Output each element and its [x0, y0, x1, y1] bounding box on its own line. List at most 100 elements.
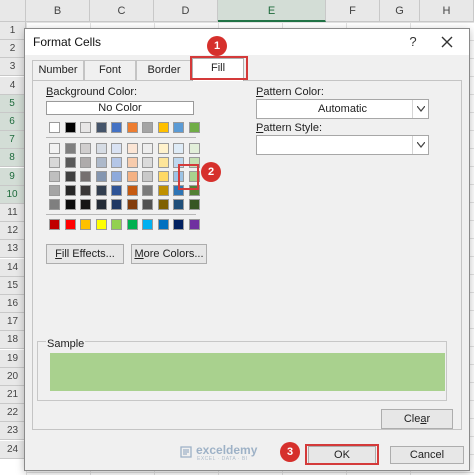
theme-shade-swatch[interactable]: [157, 143, 169, 154]
row-header-2[interactable]: 2: [0, 40, 26, 59]
column-header-f[interactable]: F: [326, 0, 380, 22]
tab-number[interactable]: Number: [32, 60, 84, 80]
standard-color-swatch[interactable]: [126, 219, 138, 230]
theme-shade-swatch[interactable]: [49, 171, 60, 182]
theme-shade-swatch[interactable]: [111, 157, 122, 168]
row-header-15[interactable]: 15: [0, 276, 26, 295]
row-header-9[interactable]: 9: [0, 167, 26, 186]
theme-shade-swatch[interactable]: [157, 185, 169, 196]
theme-shade-swatch[interactable]: [80, 171, 91, 182]
row-header-14[interactable]: 14: [0, 258, 26, 277]
row-header-10[interactable]: 10: [0, 185, 26, 204]
column-header-c[interactable]: C: [90, 0, 154, 22]
theme-color-swatch[interactable]: [80, 122, 91, 133]
row-header-5[interactable]: 5: [0, 94, 26, 113]
standard-color-swatch[interactable]: [157, 219, 169, 230]
no-color-button[interactable]: No Color: [46, 101, 194, 115]
column-header-e[interactable]: E: [218, 0, 326, 22]
row-header-11[interactable]: 11: [0, 204, 26, 222]
standard-color-swatch[interactable]: [142, 219, 153, 230]
theme-shade-swatch[interactable]: [64, 171, 76, 182]
standard-color-swatch[interactable]: [80, 219, 91, 230]
theme-shade-swatch[interactable]: [111, 199, 122, 210]
theme-shade-swatch[interactable]: [49, 143, 60, 154]
theme-color-swatch[interactable]: [95, 122, 107, 133]
theme-shade-swatch[interactable]: [95, 185, 107, 196]
theme-shade-swatch[interactable]: [173, 199, 184, 210]
theme-shade-swatch[interactable]: [126, 185, 138, 196]
theme-shade-swatch[interactable]: [188, 199, 200, 210]
theme-shade-swatch[interactable]: [80, 199, 91, 210]
column-header-d[interactable]: D: [154, 0, 218, 22]
theme-shade-swatch[interactable]: [126, 199, 138, 210]
theme-shade-swatch[interactable]: [111, 143, 122, 154]
clear-button[interactable]: Clear: [381, 409, 453, 429]
theme-shade-swatch[interactable]: [157, 171, 169, 182]
theme-color-swatch[interactable]: [111, 122, 122, 133]
theme-shade-swatch[interactable]: [64, 185, 76, 196]
row-header-19[interactable]: 19: [0, 349, 26, 368]
select-all-corner[interactable]: [0, 0, 26, 22]
standard-color-swatch[interactable]: [64, 219, 76, 230]
standard-color-swatch[interactable]: [173, 219, 184, 230]
help-button[interactable]: ?: [403, 32, 423, 52]
row-header-16[interactable]: 16: [0, 295, 26, 313]
theme-shade-swatch[interactable]: [95, 143, 107, 154]
row-header-21[interactable]: 21: [0, 386, 26, 404]
theme-shade-swatch[interactable]: [80, 157, 91, 168]
row-header-24[interactable]: 24: [0, 440, 26, 459]
theme-color-swatch[interactable]: [188, 122, 200, 133]
theme-shade-swatch[interactable]: [126, 171, 138, 182]
tab-font[interactable]: Font: [84, 60, 136, 80]
theme-shade-swatch[interactable]: [157, 199, 169, 210]
chevron-down-icon[interactable]: [412, 136, 428, 154]
row-header-1[interactable]: 1: [0, 22, 26, 40]
pattern-color-dropdown[interactable]: Automatic: [256, 99, 429, 119]
column-header-b[interactable]: B: [26, 0, 90, 22]
row-header-7[interactable]: 7: [0, 131, 26, 150]
close-icon[interactable]: [437, 32, 457, 52]
tab-border[interactable]: Border: [136, 60, 192, 80]
theme-shade-swatch[interactable]: [188, 143, 200, 154]
row-header-17[interactable]: 17: [0, 313, 26, 332]
row-header-20[interactable]: 20: [0, 367, 26, 386]
theme-shade-swatch[interactable]: [95, 171, 107, 182]
column-header-h[interactable]: H: [420, 0, 474, 22]
row-header-6[interactable]: 6: [0, 113, 26, 131]
fill-effects-button[interactable]: Fill Effects...: [46, 244, 124, 264]
theme-shade-swatch[interactable]: [95, 157, 107, 168]
theme-color-swatch[interactable]: [173, 122, 184, 133]
theme-color-swatch[interactable]: [126, 122, 138, 133]
row-header-18[interactable]: 18: [0, 331, 26, 350]
row-header-13[interactable]: 13: [0, 240, 26, 259]
cancel-button[interactable]: Cancel: [390, 446, 464, 464]
theme-shade-swatch[interactable]: [142, 157, 153, 168]
chevron-down-icon[interactable]: [412, 100, 428, 118]
theme-shade-swatch[interactable]: [126, 157, 138, 168]
standard-color-swatch[interactable]: [95, 219, 107, 230]
theme-shade-swatch[interactable]: [142, 171, 153, 182]
theme-shade-swatch[interactable]: [49, 157, 60, 168]
theme-shade-swatch[interactable]: [64, 199, 76, 210]
theme-shade-swatch[interactable]: [49, 185, 60, 196]
theme-shade-swatch[interactable]: [111, 171, 122, 182]
theme-shade-swatch[interactable]: [111, 185, 122, 196]
theme-shade-swatch[interactable]: [126, 143, 138, 154]
theme-shade-swatch[interactable]: [142, 143, 153, 154]
theme-shade-swatch[interactable]: [157, 157, 169, 168]
theme-shade-swatch[interactable]: [95, 199, 107, 210]
theme-shade-swatch[interactable]: [173, 143, 184, 154]
theme-shade-swatch[interactable]: [142, 185, 153, 196]
row-header-3[interactable]: 3: [0, 58, 26, 77]
theme-shade-swatch[interactable]: [80, 143, 91, 154]
more-colors-button[interactable]: More Colors...: [131, 244, 207, 264]
row-header-12[interactable]: 12: [0, 222, 26, 241]
row-header-23[interactable]: 23: [0, 422, 26, 441]
theme-color-swatch[interactable]: [49, 122, 60, 133]
standard-color-swatch[interactable]: [188, 219, 200, 230]
theme-color-swatch[interactable]: [64, 122, 76, 133]
theme-color-swatch[interactable]: [142, 122, 153, 133]
theme-shade-swatch[interactable]: [64, 157, 76, 168]
theme-shade-swatch[interactable]: [64, 143, 76, 154]
row-header-4[interactable]: 4: [0, 76, 26, 95]
